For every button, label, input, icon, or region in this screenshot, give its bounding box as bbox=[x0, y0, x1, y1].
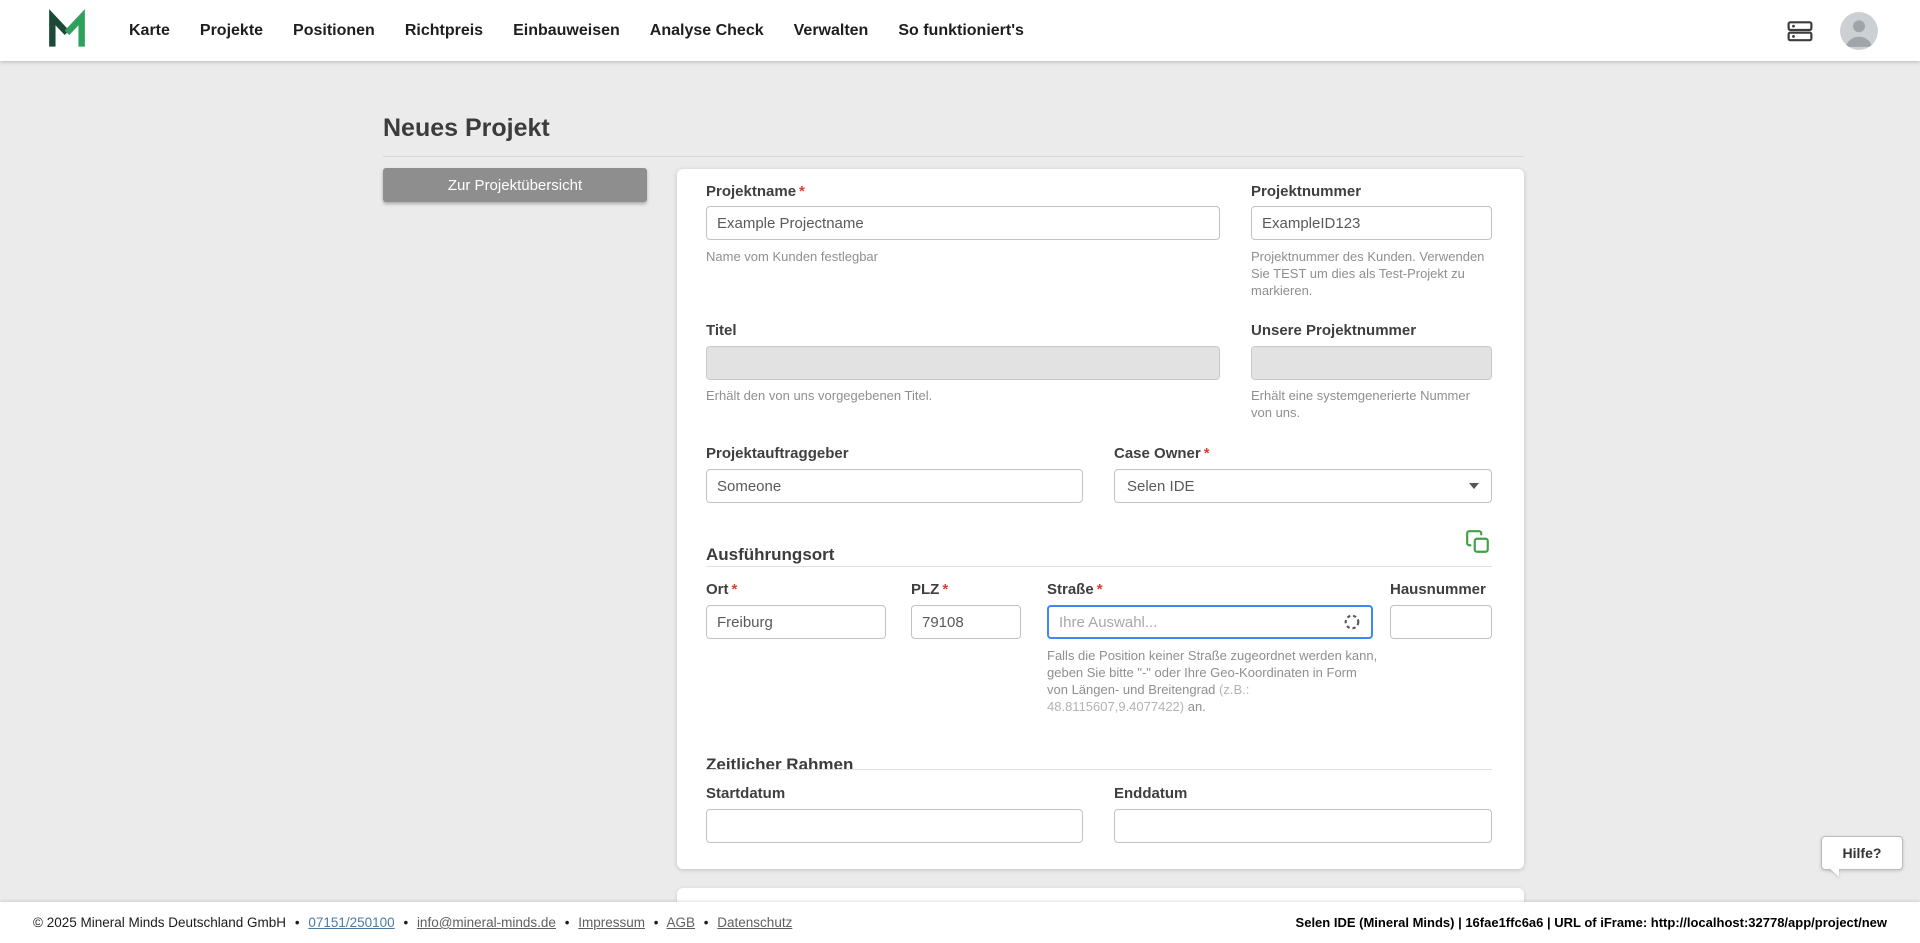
titel-label: Titel bbox=[706, 322, 737, 339]
footer-left: © 2025 Mineral Minds Deutschland GmbH • … bbox=[33, 915, 792, 930]
projektauftraggeber-input[interactable] bbox=[706, 469, 1083, 503]
footer-separator: • bbox=[295, 915, 300, 930]
required-marker: * bbox=[732, 581, 738, 598]
plz-label-text: PLZ bbox=[911, 581, 939, 598]
projektnummer-helper: Projektnummer des Kunden. Verwenden Sie … bbox=[1251, 248, 1492, 299]
unsere-projektnummer-input-disabled bbox=[1251, 346, 1492, 380]
server-rack-icon[interactable] bbox=[1784, 18, 1816, 44]
nav-item-richtpreis[interactable]: Richtpreis bbox=[405, 22, 483, 40]
footer-separator: • bbox=[403, 915, 408, 930]
case-owner-select[interactable]: Selen IDE bbox=[1114, 469, 1492, 503]
footer-copyright: © 2025 Mineral Minds Deutschland GmbH bbox=[33, 915, 286, 930]
titel-input-disabled bbox=[706, 346, 1220, 380]
footer-phone-link[interactable]: 07151/250100 bbox=[308, 915, 394, 930]
footer: © 2025 Mineral Minds Deutschland GmbH • … bbox=[0, 902, 1920, 943]
footer-separator: • bbox=[654, 915, 659, 930]
plz-input[interactable] bbox=[911, 605, 1021, 639]
nav-item-positionen[interactable]: Positionen bbox=[293, 22, 375, 40]
copy-location-icon[interactable] bbox=[1465, 529, 1491, 558]
startdatum-label: Startdatum bbox=[706, 785, 785, 802]
strasse-helper-main: Falls die Position keiner Straße zugeord… bbox=[1047, 648, 1377, 697]
chevron-down-icon bbox=[1469, 483, 1479, 489]
projektname-label: Projektname* bbox=[706, 183, 805, 200]
nav-item-projekte[interactable]: Projekte bbox=[200, 22, 263, 40]
avatar-icon bbox=[1840, 12, 1878, 50]
navbar-right bbox=[1784, 12, 1878, 50]
strasse-label: Straße* bbox=[1047, 581, 1103, 598]
enddatum-input[interactable] bbox=[1114, 809, 1492, 843]
strasse-helper-suffix: an. bbox=[1184, 699, 1206, 714]
ort-label-text: Ort bbox=[706, 581, 729, 598]
footer-agb-link[interactable]: AGB bbox=[667, 915, 696, 930]
nav-item-analyse-check[interactable]: Analyse Check bbox=[650, 22, 764, 40]
footer-separator: • bbox=[704, 915, 709, 930]
projektname-label-text: Projektname bbox=[706, 183, 796, 200]
unsere-projektnummer-helper: Erhält eine systemgenerierte Nummer von … bbox=[1251, 387, 1492, 421]
footer-datenschutz-link[interactable]: Datenschutz bbox=[717, 915, 792, 930]
section-zeitlicher-rahmen-title: Zeitlicher Rahmen bbox=[706, 755, 853, 775]
case-owner-selected-value: Selen IDE bbox=[1127, 478, 1195, 495]
hausnummer-input[interactable] bbox=[1390, 605, 1492, 639]
mineral-minds-logo[interactable] bbox=[45, 9, 89, 53]
nav-item-verwalten[interactable]: Verwalten bbox=[794, 22, 869, 40]
footer-separator: • bbox=[565, 915, 570, 930]
required-marker: * bbox=[942, 581, 948, 598]
strasse-input-focused[interactable] bbox=[1047, 605, 1373, 639]
titel-helper: Erhält den von uns vorgegebenen Titel. bbox=[706, 387, 932, 404]
hausnummer-label: Hausnummer bbox=[1390, 581, 1486, 598]
footer-user-name: Selen IDE bbox=[1296, 915, 1356, 930]
plz-label: PLZ* bbox=[911, 581, 948, 598]
zeitlicher-rahmen-divider bbox=[706, 769, 1492, 770]
startdatum-input[interactable] bbox=[706, 809, 1083, 843]
nav-item-karte[interactable]: Karte bbox=[129, 22, 170, 40]
nav-item-einbauweisen[interactable]: Einbauweisen bbox=[513, 22, 620, 40]
required-marker: * bbox=[1204, 445, 1210, 462]
section-ausfuehrungsort-title: Ausführungsort bbox=[706, 545, 834, 565]
ausfuehrungsort-divider bbox=[706, 566, 1492, 567]
strasse-helper: Falls die Position keiner Straße zugeord… bbox=[1047, 647, 1379, 715]
footer-email-link[interactable]: info@mineral-minds.de bbox=[417, 915, 556, 930]
next-section-card-peek bbox=[677, 888, 1524, 902]
title-divider bbox=[383, 156, 1524, 157]
user-avatar[interactable] bbox=[1840, 12, 1878, 50]
nav-item-so-funktionierts[interactable]: So funktioniert's bbox=[898, 22, 1024, 40]
case-owner-label-text: Case Owner bbox=[1114, 445, 1201, 462]
back-to-project-overview-button[interactable]: Zur Projektübersicht bbox=[383, 168, 647, 202]
logo-m-icon bbox=[45, 9, 89, 53]
projektnummer-input[interactable] bbox=[1251, 206, 1492, 240]
ort-label: Ort* bbox=[706, 581, 737, 598]
required-marker: * bbox=[799, 183, 805, 200]
unsere-projektnummer-label: Unsere Projektnummer bbox=[1251, 322, 1416, 339]
loading-spinner-icon bbox=[1343, 613, 1361, 631]
required-marker: * bbox=[1097, 581, 1103, 598]
strasse-label-text: Straße bbox=[1047, 581, 1094, 598]
footer-session-info: Selen IDE (Mineral Minds) | 16fae1ffc6a6… bbox=[1296, 915, 1887, 930]
footer-session-details: (Mineral Minds) | 16fae1ffc6a6 | URL of … bbox=[1356, 915, 1887, 930]
projektname-helper: Name vom Kunden festlegbar bbox=[706, 248, 878, 265]
case-owner-label: Case Owner* bbox=[1114, 445, 1210, 462]
navbar: Karte Projekte Positionen Richtpreis Ein… bbox=[0, 0, 1920, 61]
projektname-input[interactable] bbox=[706, 206, 1220, 240]
projektauftraggeber-label: Projektauftraggeber bbox=[706, 445, 849, 462]
new-project-form-card: Projektname* Name vom Kunden festlegbar … bbox=[677, 169, 1524, 869]
enddatum-label: Enddatum bbox=[1114, 785, 1187, 802]
footer-impressum-link[interactable]: Impressum bbox=[578, 915, 645, 930]
projektnummer-label: Projektnummer bbox=[1251, 183, 1361, 200]
help-bubble-button[interactable]: Hilfe? bbox=[1821, 836, 1903, 870]
page-title: Neues Projekt bbox=[383, 114, 550, 143]
main-menu: Karte Projekte Positionen Richtpreis Ein… bbox=[129, 22, 1024, 40]
ort-input[interactable] bbox=[706, 605, 886, 639]
